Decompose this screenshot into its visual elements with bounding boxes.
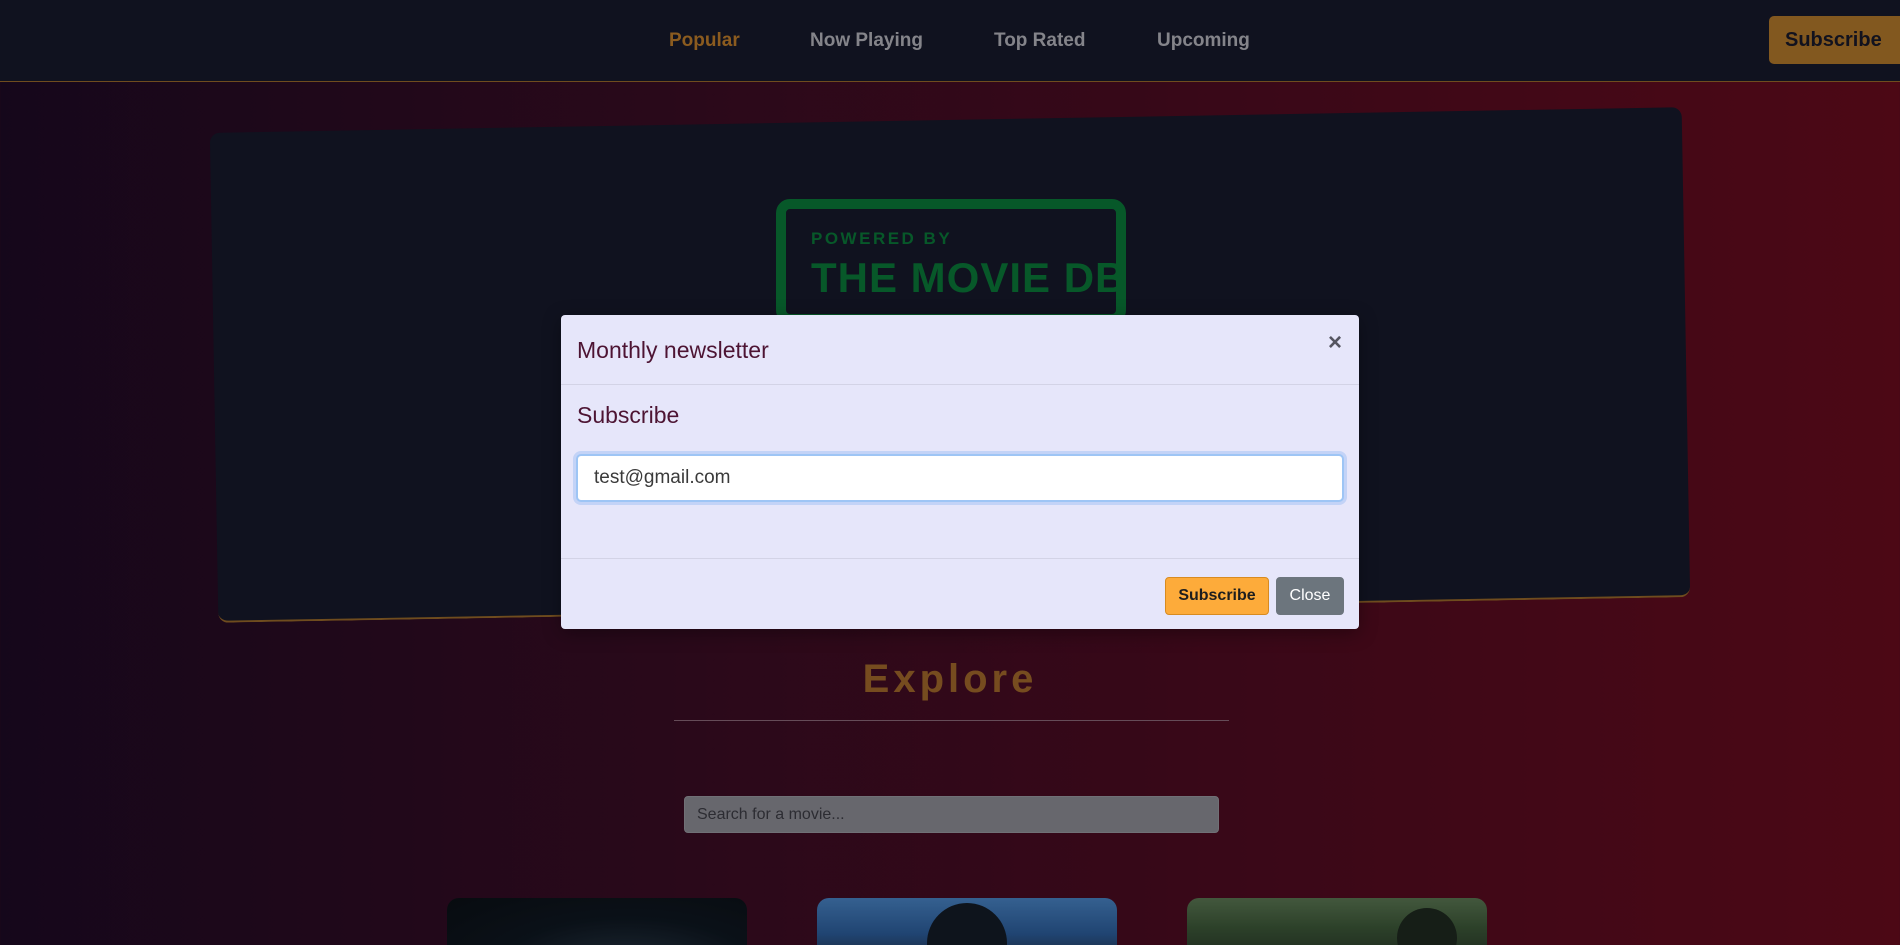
modal-body: Subscribe xyxy=(561,385,1359,560)
modal-title: Monthly newsletter xyxy=(577,337,769,363)
subscribe-heading: Subscribe xyxy=(577,402,680,428)
close-icon[interactable]: × xyxy=(1323,329,1347,357)
modal-footer: Subscribe Close xyxy=(561,558,1359,629)
email-field[interactable] xyxy=(576,454,1344,502)
newsletter-modal: Monthly newsletter × Subscribe Subscribe… xyxy=(561,315,1359,629)
subscribe-button[interactable]: Subscribe xyxy=(1165,577,1269,615)
close-button[interactable]: Close xyxy=(1276,577,1344,615)
modal-header: Monthly newsletter × xyxy=(561,315,1359,385)
